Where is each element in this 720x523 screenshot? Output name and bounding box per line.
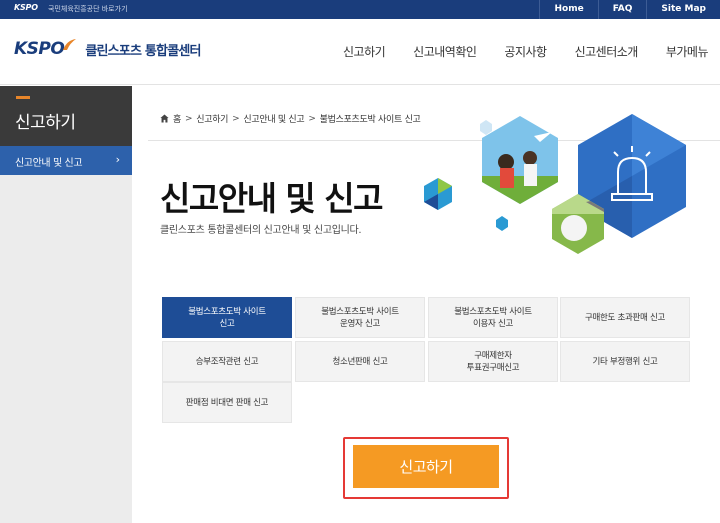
sidebar-item-report-guide[interactable]: 신고안내 및 신고 ›: [0, 146, 132, 175]
breadcrumb-current: 불법스포츠도박 사이트 신고: [319, 115, 421, 125]
tile-label-line1: 구매제한자: [474, 350, 512, 361]
utility-links: Home FAQ Site Map: [539, 0, 720, 19]
home-link[interactable]: Home: [539, 0, 597, 19]
nav-notice[interactable]: 공지사항: [504, 43, 547, 60]
tile-label: 기타 부정행위 신고: [592, 356, 658, 367]
logo-swoosh-icon: [63, 39, 77, 50]
tile-label-line2: 이용자 신고: [472, 318, 513, 329]
breadcrumb-report[interactable]: 신고하기: [196, 112, 228, 125]
report-button[interactable]: 신고하기: [353, 445, 499, 488]
top-utility-bar: KSPO 국민체육진흥공단 바로가기 Home FAQ Site Map: [0, 0, 720, 19]
tile-label: 불법스포츠도박 사이트 운영자 신고: [321, 306, 399, 330]
report-type-illegal-site[interactable]: 불법스포츠도박 사이트 신고: [162, 297, 292, 338]
breadcrumb: 홈 > 신고하기 > 신고안내 및 신고 > 불법스포츠도박 사이트 신고: [160, 112, 421, 125]
kspo-brand-small[interactable]: KSPO: [14, 3, 38, 12]
tile-label: 구매한도 초과판매 신고: [584, 312, 665, 323]
tile-label: 청소년판매 신고: [332, 356, 388, 367]
logo-name-part1: 클린스포츠: [85, 43, 142, 59]
tiny-hexagon-icon: [496, 216, 508, 231]
nav-extra-menu[interactable]: 부가메뉴: [666, 43, 709, 60]
report-type-site-user[interactable]: 불법스포츠도박 사이트 이용자 신고: [428, 297, 558, 338]
home-icon: [160, 114, 169, 123]
tile-label: 불법스포츠도박 사이트 신고: [188, 306, 266, 330]
page-description: 클린스포츠 통합콜센터의 신고안내 및 신고입니다.: [160, 225, 362, 236]
site-header: KSPO 클린스포츠 통합콜센터 신고하기 신고내역확인 공지사항 신고센터소개…: [0, 19, 720, 85]
tile-label-line2: 투표권구매신고: [466, 362, 520, 373]
logo-name-part2: 통합콜센터: [144, 43, 202, 59]
hero-hexagon-illustration: [424, 114, 686, 254]
logo-mark: KSPO: [14, 39, 65, 59]
tile-label-line1: 불법스포츠도박 사이트: [321, 306, 399, 317]
faq-link[interactable]: FAQ: [597, 0, 647, 19]
nav-report[interactable]: 신고하기: [343, 43, 386, 60]
report-type-site-operator[interactable]: 불법스포츠도박 사이트 운영자 신고: [295, 297, 425, 338]
title-accent-bar: [16, 96, 30, 99]
sidebar-title-text: 신고하기: [15, 113, 76, 133]
breadcrumb-separator: >: [232, 113, 240, 124]
breadcrumb-separator: >: [308, 113, 316, 124]
page-title: 신고안내 및 신고: [160, 179, 384, 218]
breadcrumb-separator: >: [184, 113, 193, 124]
breadcrumb-home[interactable]: 홈: [173, 112, 181, 125]
sidebar-item-label: 신고안내 및 신고: [15, 158, 83, 169]
left-sidebar: 신고하기 신고안내 및 신고 ›: [0, 86, 132, 523]
breadcrumb-guide[interactable]: 신고안내 및 신고: [243, 112, 304, 125]
nav-center-intro[interactable]: 신고센터소개: [575, 43, 639, 60]
tiny-hexagon-icon: [480, 120, 492, 135]
report-type-youth-sale[interactable]: 청소년판매 신고: [295, 341, 425, 382]
tile-label: 판매점 비대면 판매 신고: [185, 397, 269, 408]
chevron-right-icon: ›: [115, 153, 120, 166]
report-type-match-fixing[interactable]: 승부조작관련 신고: [162, 341, 292, 382]
report-type-other-misconduct[interactable]: 기타 부정행위 신고: [560, 341, 690, 382]
report-type-over-limit-sale[interactable]: 구매한도 초과판매 신고: [560, 297, 690, 338]
tile-label: 구매제한자 투표권구매신고: [467, 350, 520, 374]
sitemap-link[interactable]: Site Map: [646, 0, 720, 19]
sidebar-title: 신고하기: [0, 86, 132, 146]
tile-label-line1: 불법스포츠도박 사이트: [454, 306, 532, 317]
small-hexagon-icon: [424, 178, 452, 210]
tile-label: 불법스포츠도박 사이트 이용자 신고: [454, 306, 532, 330]
report-type-non-face-to-face-sale[interactable]: 판매점 비대면 판매 신고: [162, 382, 292, 423]
tile-label-line2: 신고: [219, 318, 235, 329]
report-type-restricted-buyer[interactable]: 구매제한자 투표권구매신고: [428, 341, 558, 382]
main-nav: 신고하기 신고내역확인 공지사항 신고센터소개 부가메뉴: [315, 43, 709, 60]
kspo-shortcut-link[interactable]: 국민체육진흥공단 바로가기: [48, 4, 128, 14]
tile-label-line1: 불법스포츠도박 사이트: [188, 306, 266, 317]
site-logo[interactable]: KSPO 클린스포츠 통합콜센터: [14, 39, 201, 59]
logo-name: 클린스포츠 통합콜센터: [85, 40, 202, 59]
nav-report-history[interactable]: 신고내역확인: [413, 43, 477, 60]
tile-label: 승부조작관련 신고: [195, 356, 259, 367]
tile-label-line2: 운영자 신고: [339, 318, 380, 329]
